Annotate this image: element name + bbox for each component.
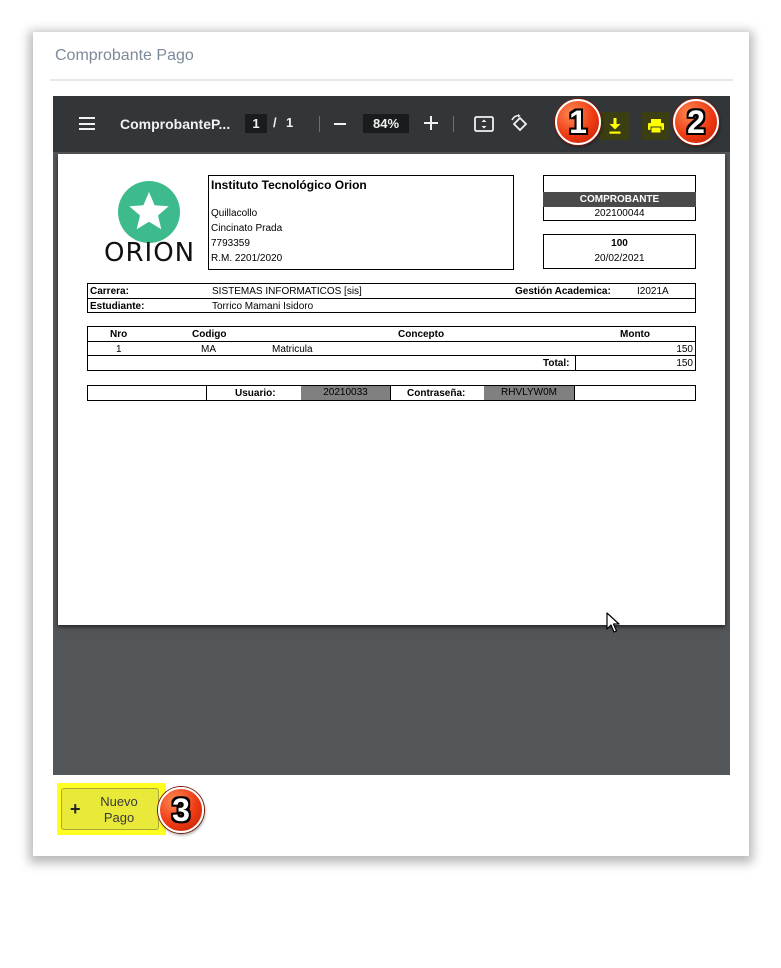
table-header-monto: Monto — [620, 329, 650, 340]
payment-table — [87, 326, 696, 371]
usuario-label: Usuario: — [235, 388, 276, 399]
institution-rm: R.M. 2201/2020 — [211, 253, 283, 264]
amount-box-value: 100 — [611, 238, 628, 249]
pdf-page: ORION Instituto Tecnológico Orion Quilla… — [58, 154, 725, 625]
career-value: SISTEMAS INFORMATICOS [sis] — [212, 286, 362, 297]
comprobante-label: COMPROBANTE — [543, 192, 696, 207]
star-icon — [129, 192, 169, 230]
password-label: Contraseña: — [407, 388, 466, 399]
table-row-codigo: MA — [201, 344, 216, 355]
page-total: 1 — [286, 115, 294, 130]
zoom-level-input[interactable]: 84% — [363, 114, 409, 133]
title-divider — [50, 79, 733, 81]
zoom-in-icon[interactable] — [424, 116, 438, 130]
page-separator: / — [273, 115, 277, 130]
password-value: RHVLYW0M — [484, 386, 574, 400]
institution-street: Cincinato Prada — [211, 223, 283, 234]
credentials-row — [87, 385, 696, 401]
receipt-date: 20/02/2021 — [594, 253, 645, 264]
credentials-separator — [574, 385, 575, 401]
credentials-separator — [206, 385, 207, 401]
print-button[interactable] — [642, 112, 670, 140]
nuevo-pago-label: Nuevo Pago — [100, 794, 138, 825]
career-label: Carrera: — [90, 286, 129, 297]
mouse-cursor-icon — [606, 612, 620, 633]
card-title: Comprobante Pago — [55, 47, 194, 64]
table-row-monto: 150 — [676, 344, 693, 355]
table-total-divider — [87, 355, 696, 356]
fit-page-icon[interactable] — [474, 116, 494, 132]
page-number-input[interactable]: 1 — [245, 114, 267, 133]
total-value: 150 — [676, 358, 693, 369]
download-button[interactable] — [600, 112, 630, 140]
logo-text: ORION — [104, 238, 196, 268]
nuevo-pago-button[interactable]: + Nuevo Pago — [61, 788, 159, 830]
student-value: Torrico Mamani Isidoro — [212, 301, 314, 312]
student-info-divider — [87, 298, 696, 299]
gestion-value: I2021A — [637, 286, 669, 297]
zoom-out-icon[interactable] — [334, 123, 346, 125]
receipt-card: Comprobante Pago ComprobanteP... 1 / 1 8… — [33, 32, 749, 856]
pdf-toolbar: ComprobanteP... 1 / 1 84% — [53, 96, 730, 152]
gestion-label: Gestión Academica: — [515, 286, 611, 297]
table-header-divider — [87, 341, 696, 342]
institution-phone: 7793359 — [211, 238, 250, 249]
table-header-nro: Nro — [110, 329, 128, 340]
toolbar-divider — [319, 116, 320, 132]
table-header-concepto: Concepto — [398, 329, 445, 340]
download-icon — [609, 118, 621, 134]
print-icon — [648, 119, 664, 134]
callout-badge-2: 2 — [673, 99, 719, 145]
rotate-icon[interactable] — [510, 114, 530, 134]
table-total-separator — [575, 355, 576, 371]
institution-city: Quillacollo — [211, 208, 258, 219]
credentials-separator — [390, 385, 391, 401]
student-label: Estudiante: — [90, 301, 145, 312]
total-label: Total: — [543, 358, 570, 369]
orion-logo-circle — [118, 181, 180, 243]
callout-badge-3: 3 — [158, 787, 204, 833]
pdf-viewer: ComprobanteP... 1 / 1 84% ORION Institut… — [53, 96, 730, 775]
callout-badge-1: 1 — [555, 99, 601, 145]
usuario-value: 20210033 — [301, 386, 390, 400]
table-header-codigo: Codigo — [192, 329, 227, 340]
institution-name: Instituto Tecnológico Orion — [211, 178, 367, 192]
table-row-nro: 1 — [116, 344, 122, 355]
toolbar-divider — [453, 116, 454, 132]
document-title: ComprobanteP... — [120, 116, 231, 132]
table-row-concepto: Matricula — [272, 344, 313, 355]
menu-icon[interactable] — [79, 117, 95, 130]
plus-icon: + — [70, 799, 81, 819]
comprobante-number: 202100044 — [594, 208, 645, 219]
